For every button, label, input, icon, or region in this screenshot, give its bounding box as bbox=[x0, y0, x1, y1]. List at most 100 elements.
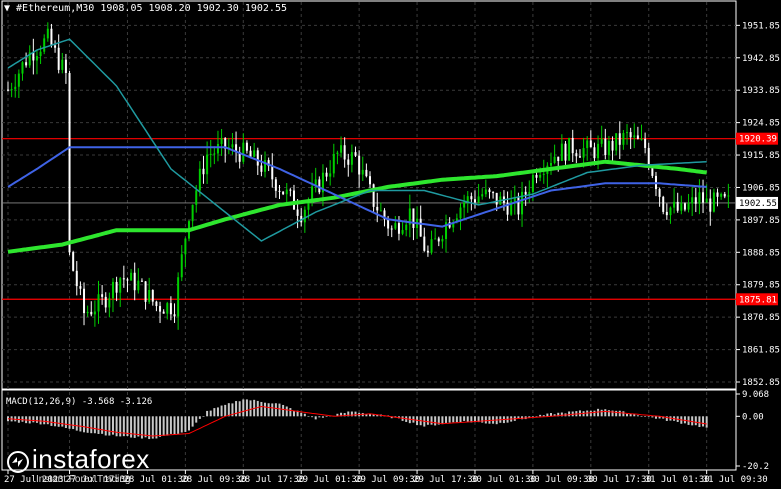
macd-histogram-bar bbox=[307, 415, 310, 417]
macd-histogram-bar bbox=[32, 416, 35, 423]
candle-body bbox=[604, 138, 607, 156]
time-tick-label: 29 Jul 17:30 bbox=[413, 475, 478, 485]
macd-histogram-bar bbox=[159, 416, 162, 437]
candle-body bbox=[155, 301, 158, 307]
price-tick-label: 1951.85 bbox=[742, 21, 780, 31]
candle-body bbox=[430, 239, 433, 253]
macd-histogram-bar bbox=[249, 400, 252, 417]
candle-body bbox=[636, 135, 639, 139]
macd-histogram-bar bbox=[441, 416, 444, 425]
candle-body bbox=[626, 132, 629, 134]
macd-histogram-bar bbox=[694, 416, 697, 426]
candle-body bbox=[481, 194, 484, 197]
candle-body bbox=[615, 133, 618, 151]
candle-body bbox=[578, 156, 581, 158]
candle-body bbox=[122, 278, 125, 280]
macd-histogram-bar bbox=[104, 416, 107, 436]
candle-body bbox=[83, 288, 86, 314]
candle-body bbox=[459, 207, 462, 219]
macd-histogram-bar bbox=[224, 404, 227, 417]
candle-body bbox=[495, 192, 498, 205]
macd-panel: MACD(12,26,9) -3.568 -3.126 bbox=[6, 397, 708, 440]
macd-histogram-bar bbox=[202, 416, 205, 417]
macd-histogram-bar bbox=[325, 416, 328, 417]
macd-histogram-bar bbox=[426, 416, 429, 425]
macd-histogram-bar bbox=[64, 416, 67, 429]
candle-body bbox=[673, 201, 676, 208]
candle-body bbox=[560, 143, 563, 161]
macd-histogram-bar bbox=[267, 403, 270, 417]
macd-histogram-bar bbox=[195, 416, 198, 423]
candle-body bbox=[401, 230, 404, 234]
macd-histogram-bar bbox=[220, 405, 223, 417]
candle-body bbox=[86, 311, 89, 314]
candle-body bbox=[665, 211, 668, 216]
candle-body bbox=[231, 144, 234, 148]
candle-body bbox=[365, 169, 368, 177]
macd-histogram-bar bbox=[39, 416, 42, 425]
macd-histogram-bar bbox=[21, 416, 24, 422]
price-tick-label: 1933.85 bbox=[742, 86, 780, 96]
macd-histogram-bar bbox=[702, 416, 705, 427]
candle-body bbox=[582, 148, 585, 158]
macd-histogram-bar bbox=[622, 411, 625, 417]
candle-body bbox=[727, 195, 730, 197]
candle-body bbox=[473, 199, 476, 203]
time-tick-label: 31 Jul 01:30 bbox=[645, 475, 710, 485]
macd-histogram-bar bbox=[144, 416, 147, 438]
candle-body bbox=[694, 197, 697, 204]
candle-body bbox=[361, 169, 364, 175]
macd-histogram-bar bbox=[430, 416, 433, 425]
current-price-label: 1902.55 bbox=[739, 199, 777, 209]
macd-histogram-bar bbox=[285, 406, 288, 417]
candle-body bbox=[376, 206, 379, 211]
macd-histogram-bar bbox=[589, 410, 592, 417]
candle-body bbox=[691, 197, 694, 204]
candle-body bbox=[206, 154, 209, 175]
symbol-label[interactable]: ▼ #Ethereum,M30 bbox=[4, 3, 94, 14]
macd-histogram-bar bbox=[459, 416, 462, 423]
candle-body bbox=[535, 174, 538, 178]
chart-root: MACD(12,26,9) -3.568 -3.126 1951.85 1942.… bbox=[0, 0, 781, 489]
candle-body bbox=[111, 281, 114, 299]
candle-body bbox=[79, 286, 82, 289]
instaforex-mark-icon bbox=[7, 451, 29, 473]
macd-histogram-bar bbox=[108, 416, 111, 436]
macd-histogram-bar bbox=[640, 416, 643, 417]
macd-histogram-bar bbox=[651, 416, 654, 418]
moving-average-2 bbox=[7, 146, 707, 228]
candle-body bbox=[347, 159, 350, 165]
macd-histogram-bar bbox=[90, 416, 93, 434]
time-tick-label: 28 Jul 01:30 bbox=[123, 475, 188, 485]
macd-histogram-bar bbox=[593, 410, 596, 417]
macd-histogram-bar bbox=[600, 409, 603, 417]
macd-histogram-bar bbox=[311, 416, 314, 418]
candle-body bbox=[336, 152, 339, 154]
time-tick-label: 30 Jul 01:30 bbox=[471, 475, 536, 485]
time-tick-label: 28 Jul 09:30 bbox=[181, 475, 246, 485]
macd-tick-label: -20.2 bbox=[742, 462, 769, 472]
candle-body bbox=[644, 138, 647, 148]
candle-body bbox=[387, 219, 390, 229]
candle-body bbox=[57, 47, 60, 70]
price-tick-label: 1906.85 bbox=[742, 183, 780, 193]
candle-body bbox=[379, 210, 382, 212]
macd-histogram-bar bbox=[35, 416, 38, 423]
candle-body bbox=[419, 218, 422, 237]
macd-histogram-bar bbox=[242, 399, 245, 417]
price-chart[interactable]: MACD(12,26,9) -3.568 -3.126 1951.85 1942.… bbox=[0, 0, 781, 489]
time-tick-label: 29 Jul 01:30 bbox=[297, 475, 362, 485]
candle-body bbox=[332, 153, 335, 174]
candle-body bbox=[50, 28, 53, 46]
candle-body bbox=[712, 192, 715, 212]
macd-tick-label: 9.068 bbox=[742, 390, 769, 400]
candle-body bbox=[177, 277, 180, 317]
macd-histogram-bar bbox=[46, 416, 49, 425]
macd-histogram-bar bbox=[463, 416, 466, 421]
candle-body bbox=[542, 173, 545, 175]
macd-histogram-bar bbox=[282, 404, 285, 417]
candle-body bbox=[242, 142, 245, 162]
candle-body bbox=[133, 272, 136, 291]
candle-body bbox=[144, 281, 147, 302]
macd-histogram-bar bbox=[61, 416, 64, 427]
